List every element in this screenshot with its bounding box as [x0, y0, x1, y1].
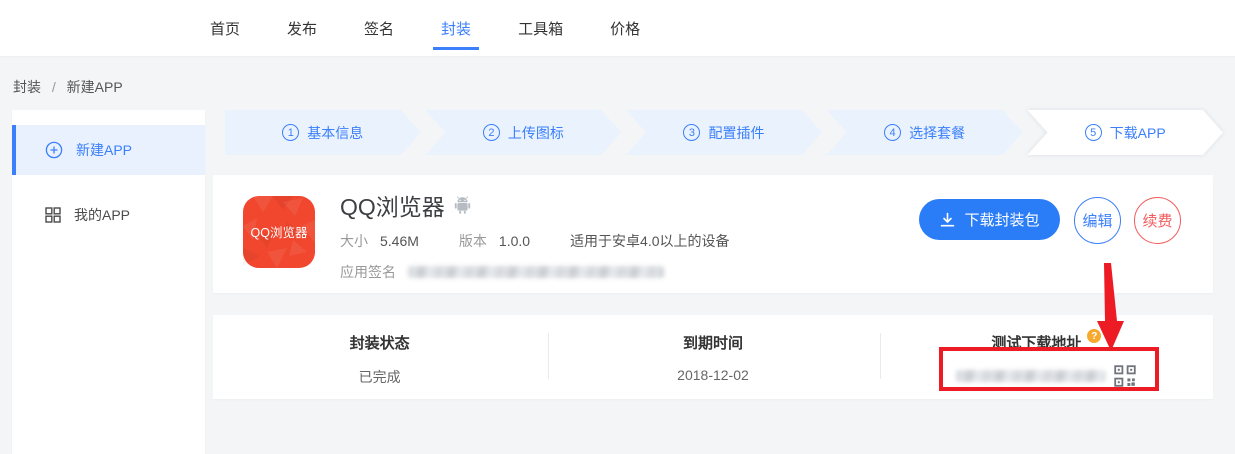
nav-item-pricing[interactable]: 价格 — [610, 18, 640, 39]
step-label: 基本信息 — [307, 123, 363, 143]
step-number: 4 — [884, 124, 901, 141]
download-icon — [939, 212, 956, 228]
expiry-label: 到期时间 — [683, 332, 743, 353]
page: 首页 发布 签名 封装 工具箱 价格 封装 / 新建APP 新建APP 我的AP… — [0, 0, 1235, 454]
breadcrumb-separator: / — [52, 79, 56, 95]
step-configure-plugins[interactable]: 3 配置插件 — [626, 110, 822, 155]
step-download-app[interactable]: 5 下载APP — [1027, 110, 1223, 155]
step-label: 下载APP — [1110, 123, 1166, 143]
qr-code-icon[interactable] — [1114, 365, 1136, 387]
expiry-column: 到期时间 2018-12-02 — [546, 315, 879, 399]
sidebar-item-my-app[interactable]: 我的APP — [12, 190, 205, 240]
expiry-value: 2018-12-02 — [677, 367, 749, 383]
nav-item-home[interactable]: 首页 — [210, 18, 240, 39]
sidebar: 新建APP 我的APP — [12, 110, 205, 454]
nav-item-toolbox[interactable]: 工具箱 — [518, 18, 563, 39]
signature-label: 应用签名 — [340, 262, 396, 282]
size-value: 5.46M — [380, 233, 419, 249]
test-download-label: 测试下载地址 — [991, 332, 1081, 353]
breadcrumb: 封装 / 新建APP — [13, 77, 123, 97]
download-button-label: 下载封装包 — [964, 209, 1039, 230]
svg-text:QQ浏览器: QQ浏览器 — [251, 225, 308, 240]
step-basic-info[interactable]: 1 基本信息 — [225, 110, 421, 155]
sidebar-item-label: 我的APP — [74, 205, 130, 225]
sidebar-item-label: 新建APP — [76, 140, 132, 160]
download-package-button[interactable]: 下载封装包 — [919, 199, 1060, 240]
help-question-icon[interactable]: ? — [1087, 329, 1101, 343]
test-download-url-masked[interactable] — [956, 370, 1106, 382]
test-download-column: 测试下载地址 ? — [880, 315, 1213, 399]
step-number: 5 — [1085, 124, 1102, 141]
signature-row: 应用签名 — [340, 262, 730, 282]
step-select-plan[interactable]: 4 选择套餐 — [827, 110, 1023, 155]
grid-icon — [45, 207, 61, 223]
nav-item-sign[interactable]: 签名 — [364, 18, 394, 39]
version-label: 版本 — [459, 231, 487, 251]
renew-button[interactable]: 续费 — [1134, 197, 1181, 244]
app-info-card: QQ浏览器 QQ浏览器 — [213, 175, 1213, 293]
status-card: 封装状态 已完成 到期时间 2018-12-02 测试下载地址 ? — [213, 315, 1213, 399]
steps-progress-bar: 1 基本信息 2 上传图标 3 配置插件 4 选择套餐 5 下载 — [225, 110, 1223, 155]
version-value: 1.0.0 — [499, 233, 530, 249]
nav-item-package-active[interactable]: 封装 — [441, 18, 471, 39]
step-label: 上传图标 — [508, 123, 564, 143]
step-label: 配置插件 — [708, 123, 764, 143]
step-number: 3 — [683, 124, 700, 141]
breadcrumb-current: 新建APP — [67, 79, 123, 95]
top-header: 首页 发布 签名 封装 工具箱 价格 — [0, 0, 1235, 57]
app-info: QQ浏览器 大小 5.46M — [340, 188, 730, 282]
app-meta-row: 大小 5.46M 版本 1.0.0 适用于安卓4.0以上的设备 — [340, 231, 730, 251]
step-number: 1 — [282, 124, 299, 141]
size-label: 大小 — [340, 231, 368, 251]
top-nav: 首页 发布 签名 封装 工具箱 价格 — [210, 0, 640, 57]
sidebar-item-new-app[interactable]: 新建APP — [12, 125, 205, 175]
package-status-value: 已完成 — [359, 367, 401, 387]
edit-button[interactable]: 编辑 — [1074, 197, 1121, 244]
breadcrumb-section[interactable]: 封装 — [13, 79, 41, 95]
app-icon: QQ浏览器 — [243, 196, 315, 268]
step-upload-icon[interactable]: 2 上传图标 — [426, 110, 622, 155]
step-label: 选择套餐 — [909, 123, 965, 143]
package-status-label: 封装状态 — [350, 332, 410, 353]
compatibility-text: 适用于安卓4.0以上的设备 — [570, 231, 729, 251]
android-icon — [454, 195, 471, 219]
app-title: QQ浏览器 — [340, 188, 445, 222]
nav-item-publish[interactable]: 发布 — [287, 18, 317, 39]
plus-circle-icon — [45, 141, 63, 159]
package-status-column: 封装状态 已完成 — [213, 315, 546, 399]
step-number: 2 — [483, 124, 500, 141]
signature-masked-value — [408, 266, 664, 278]
